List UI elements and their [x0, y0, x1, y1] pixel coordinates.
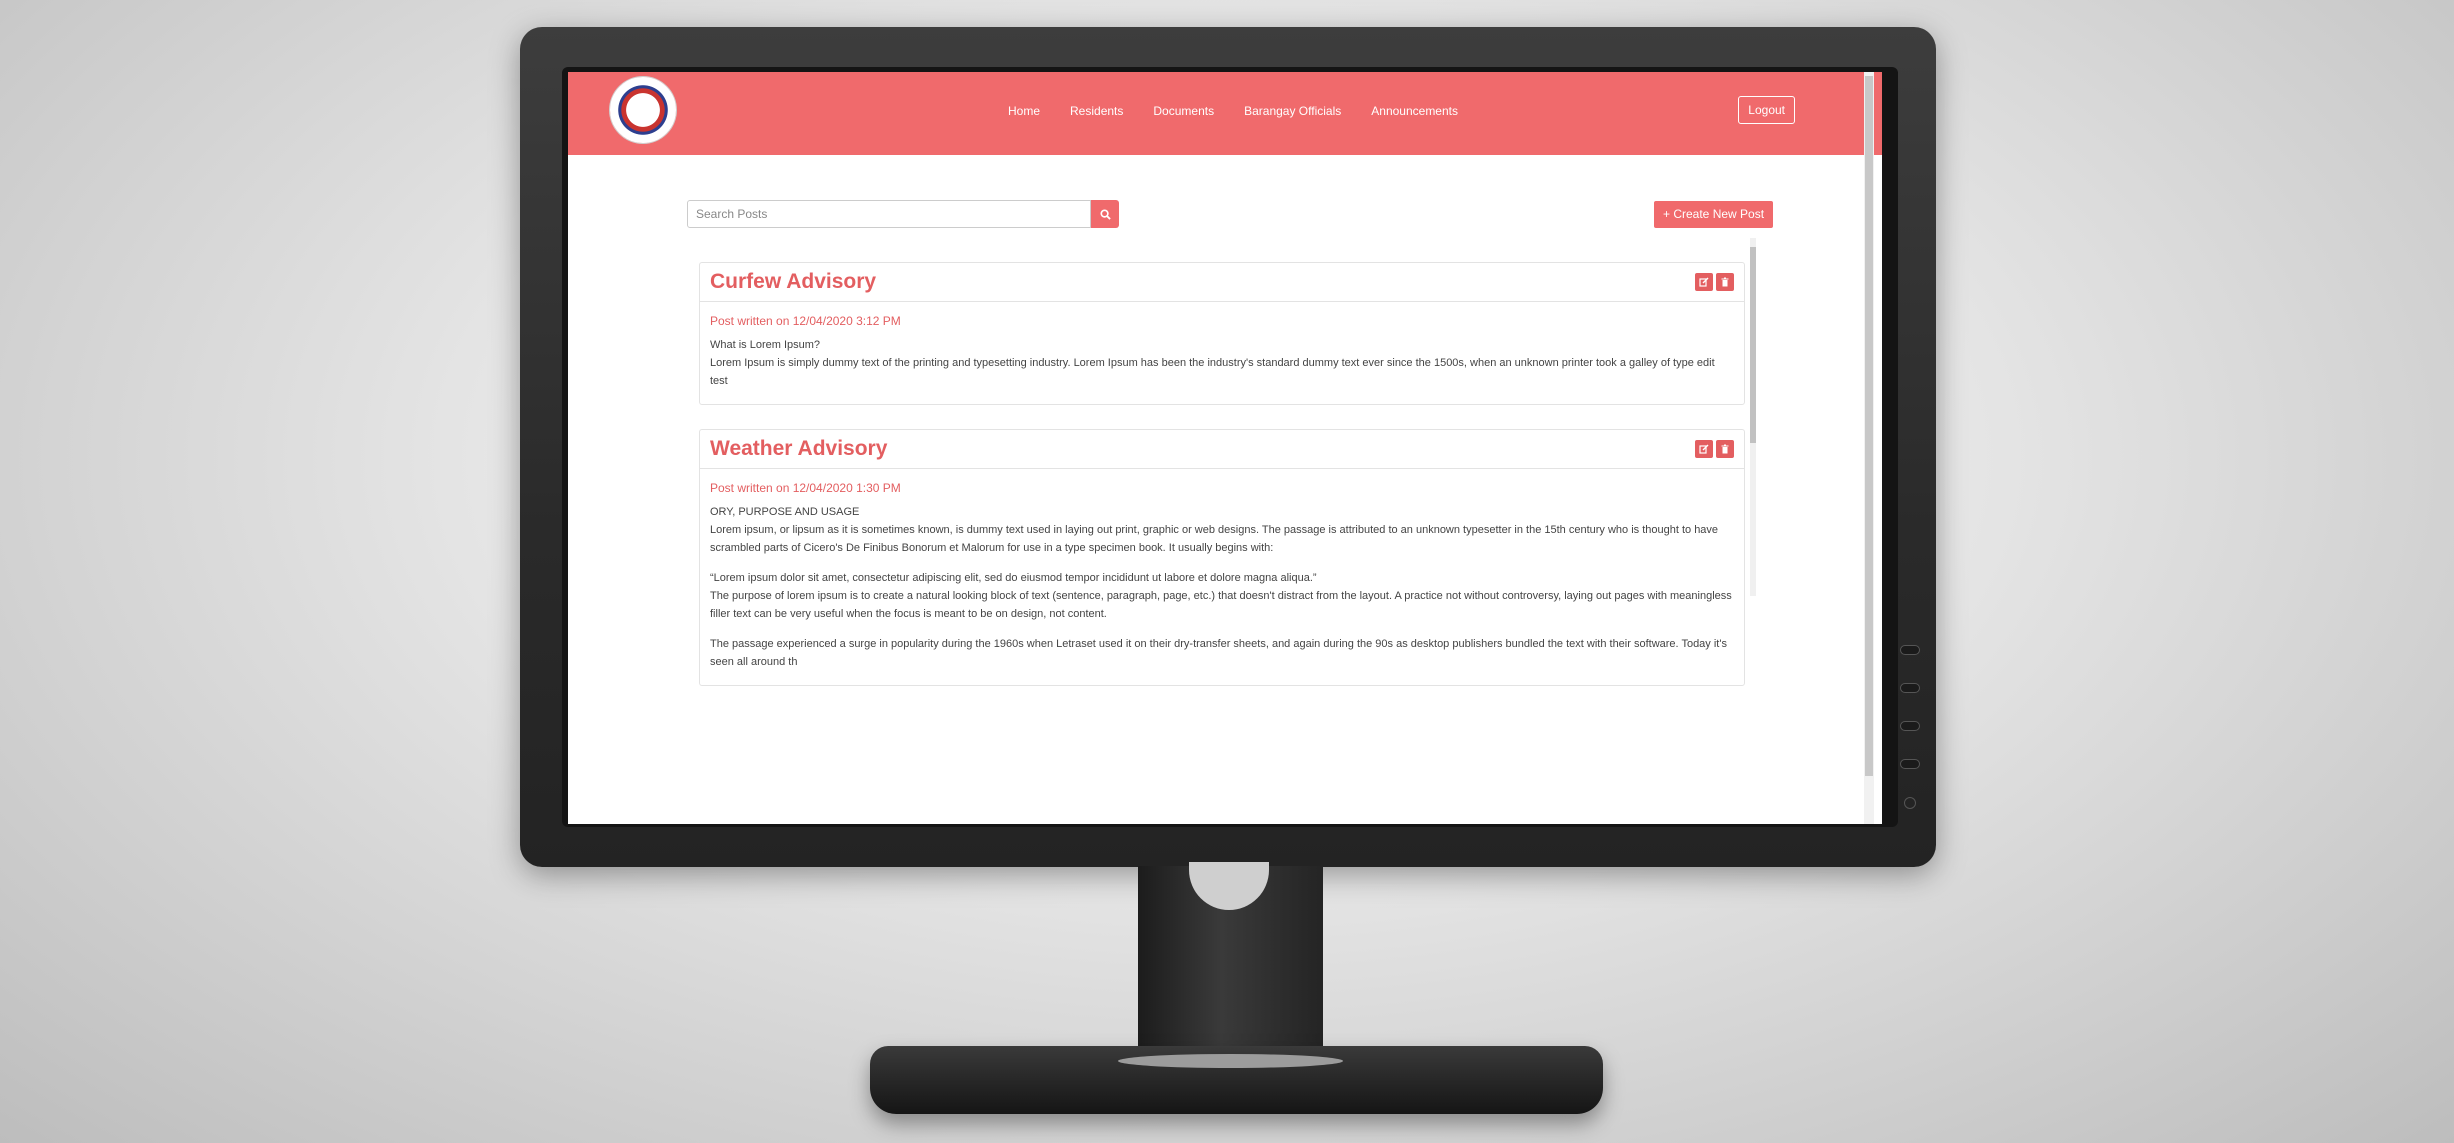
post-text-line: [710, 557, 1734, 569]
monitor-button: [1900, 683, 1920, 693]
post-text-line: filler text can be very useful when the …: [710, 608, 1107, 620]
monitor-side-buttons: [1900, 645, 1924, 809]
trash-icon: [1721, 444, 1729, 454]
post-text-line: The purpose of lorem ipsum is to create …: [710, 590, 1732, 602]
post-body: Post written on 12/04/2020 1:30 PM ORY, …: [700, 469, 1744, 685]
delete-post-button[interactable]: [1716, 273, 1734, 291]
top-navbar: Home Residents Documents Barangay Offici…: [568, 72, 1882, 155]
search-icon: [1099, 208, 1111, 220]
post-actions: [1692, 440, 1734, 458]
monitor-button: [1900, 759, 1920, 769]
post-actions: [1692, 273, 1734, 291]
delete-post-button[interactable]: [1716, 440, 1734, 458]
monitor-stand-highlight: [1118, 1054, 1343, 1068]
search-input[interactable]: [687, 200, 1091, 228]
post-text-line: test: [710, 375, 728, 387]
post-text-line: [710, 623, 1734, 635]
monitor-button: [1900, 645, 1920, 655]
nav-link-barangay-officials[interactable]: Barangay Officials: [1244, 104, 1341, 118]
trash-icon: [1721, 277, 1729, 287]
search-button[interactable]: [1091, 200, 1119, 228]
edit-post-button[interactable]: [1695, 273, 1713, 291]
post-card: Weather Advisory Post written on 12/04/2…: [699, 429, 1745, 686]
nav-links: Home Residents Documents Barangay Offici…: [1008, 104, 1488, 118]
posts-feed: Curfew Advisory Post written on 12/04/20…: [699, 262, 1745, 710]
post-timestamp: Post written on 12/04/2020 3:12 PM: [710, 314, 901, 328]
post-body: Post written on 12/04/2020 3:12 PM What …: [700, 302, 1744, 404]
post-text-line: The passage experienced a surge in popul…: [710, 638, 1727, 650]
search-bar: [687, 200, 1119, 228]
monitor-button: [1900, 721, 1920, 731]
nav-link-residents[interactable]: Residents: [1070, 104, 1123, 118]
post-text-line: seen all around th: [710, 656, 798, 668]
app-screen: Home Residents Documents Barangay Offici…: [568, 72, 1882, 824]
edit-post-button[interactable]: [1695, 440, 1713, 458]
post-text-line: “Lorem ipsum dolor sit amet, consectetur…: [710, 572, 1317, 584]
create-new-post-button[interactable]: + Create New Post: [1654, 201, 1774, 228]
edit-icon: [1699, 277, 1709, 287]
nav-link-documents[interactable]: Documents: [1153, 104, 1214, 118]
post-text-line: Lorem Ipsum is simply dummy text of the …: [710, 357, 1715, 369]
post-title: Curfew Advisory: [710, 270, 877, 293]
feed-scrollbar-thumb[interactable]: [1750, 247, 1756, 443]
post-header: Curfew Advisory: [700, 263, 1744, 302]
post-header: Weather Advisory: [700, 430, 1744, 469]
power-icon: [1904, 797, 1916, 809]
nav-link-announcements[interactable]: Announcements: [1371, 104, 1458, 118]
post-title: Weather Advisory: [710, 437, 888, 460]
post-text-line: ORY, PURPOSE AND USAGE: [710, 506, 860, 518]
edit-icon: [1699, 444, 1709, 454]
post-card: Curfew Advisory Post written on 12/04/20…: [699, 262, 1745, 405]
nav-link-home[interactable]: Home: [1008, 104, 1040, 118]
page-scrollbar-thumb[interactable]: [1865, 76, 1873, 776]
post-text-line: scrambled parts of Cicero's De Finibus B…: [710, 542, 1274, 554]
post-text-line: Lorem ipsum, or lipsum as it is sometime…: [710, 524, 1719, 536]
post-timestamp: Post written on 12/04/2020 1:30 PM: [710, 481, 901, 495]
post-text-line: What is Lorem Ipsum?: [710, 339, 821, 351]
barangay-seal-logo[interactable]: [610, 77, 676, 143]
logout-button[interactable]: Logout: [1738, 96, 1795, 124]
